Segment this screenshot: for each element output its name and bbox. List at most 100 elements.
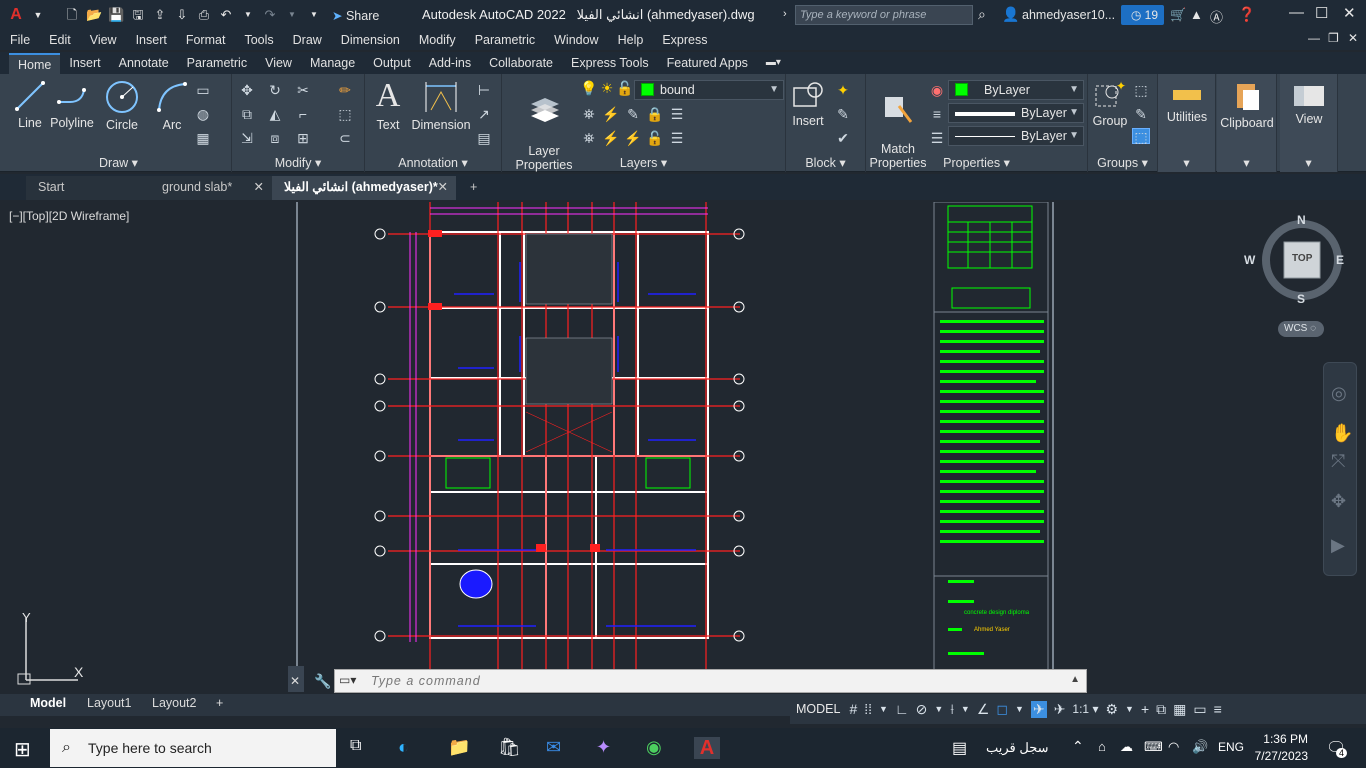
dimension-button[interactable]: Dimension: [411, 80, 471, 132]
menu-file[interactable]: File: [0, 33, 39, 47]
model-space-button[interactable]: MODEL: [794, 702, 842, 716]
polar-icon[interactable]: ⊘: [916, 701, 928, 718]
taskbar-search-input[interactable]: ⌕ Type here to search: [50, 729, 336, 767]
windows-start-icon[interactable]: ⊞: [14, 737, 31, 762]
compass-e[interactable]: E: [1336, 253, 1344, 267]
tab-parametric[interactable]: Parametric: [178, 53, 256, 74]
doc-restore-icon[interactable]: ❐: [1328, 31, 1339, 45]
hatch-icon[interactable]: ◍: [194, 106, 212, 122]
tab-insert[interactable]: Insert: [60, 53, 109, 74]
command-line[interactable]: ▭▾ Type a command ▲: [334, 669, 1087, 693]
task-view-icon[interactable]: ⧉: [350, 737, 374, 759]
wcs-menu[interactable]: WCS ◌: [1278, 321, 1324, 337]
autodesk-account-icon[interactable]: ▲: [1190, 7, 1203, 22]
tab-current-drawing[interactable]: انشائي الفيلا (ahmedyaser)* ✕: [272, 176, 456, 200]
arc-button[interactable]: Arc: [152, 80, 192, 132]
weather-text[interactable]: سجل قريب: [986, 740, 1049, 756]
store-app-icon[interactable]: 🛍: [498, 737, 522, 759]
block-attributes-icon[interactable]: ✔: [834, 130, 852, 146]
view-expand-icon[interactable]: ▾: [1280, 155, 1337, 170]
compass-s[interactable]: S: [1297, 292, 1305, 306]
modify-panel-title[interactable]: Modify ▾: [232, 155, 364, 170]
notification-badge[interactable]: ◷ 19: [1121, 5, 1164, 25]
orbit-icon[interactable]: ✥: [1331, 491, 1346, 512]
plot-icon[interactable]: ⎙: [196, 7, 212, 23]
tray-ime-icon[interactable]: ⌨: [1144, 739, 1163, 755]
language-indicator[interactable]: ENG: [1218, 740, 1244, 754]
customize-arrow-icon[interactable]: ▼: [306, 7, 322, 23]
snap-arrow-icon[interactable]: ▼: [879, 704, 888, 714]
panel-clipboard[interactable]: Clipboard ▾: [1217, 74, 1277, 172]
widget-icon[interactable]: ▤: [952, 738, 967, 758]
share-button[interactable]: ➤ Share: [332, 8, 379, 23]
clipboard-button[interactable]: Clipboard: [1217, 80, 1277, 130]
tab-start[interactable]: Start: [26, 176, 150, 200]
isolate-objects-icon[interactable]: ⧉: [1156, 701, 1166, 718]
hardware-acceleration-icon[interactable]: ▦: [1173, 701, 1186, 718]
stretch-icon[interactable]: ⇲: [238, 130, 256, 146]
annotation-visibility-icon[interactable]: ✈: [1030, 700, 1047, 718]
new-file-icon[interactable]: 🗋: [64, 7, 80, 23]
layer-dropdown[interactable]: bound ▼: [634, 80, 784, 100]
tray-wifi-icon[interactable]: ◠: [1168, 739, 1179, 755]
close-icon[interactable]: ✕: [1343, 4, 1356, 22]
draw-panel-title[interactable]: Draw ▾: [6, 155, 231, 170]
group-button[interactable]: ✦ Group: [1090, 80, 1130, 128]
tab-layout2[interactable]: Layout2: [152, 696, 196, 710]
tab-add-ins[interactable]: Add-ins: [420, 53, 480, 74]
clipboard-expand-icon[interactable]: ▾: [1217, 155, 1276, 170]
menu-parametric[interactable]: Parametric: [465, 33, 544, 47]
menu-dimension[interactable]: Dimension: [331, 33, 409, 47]
viewcube[interactable]: TOP N S W E: [1244, 213, 1348, 306]
compass-n[interactable]: N: [1297, 213, 1306, 227]
command-expand-icon[interactable]: ▲: [1070, 674, 1080, 685]
utilities-button[interactable]: Utilities: [1158, 84, 1216, 124]
tab-annotate[interactable]: Annotate: [110, 53, 178, 74]
command-close-icon[interactable]: ✕: [290, 674, 300, 688]
array-icon[interactable]: ⊞: [294, 130, 312, 146]
rectangle-icon[interactable]: ▭: [194, 82, 212, 98]
undo-icon[interactable]: ↶: [218, 7, 234, 23]
menu-tools[interactable]: Tools: [234, 33, 282, 47]
table-icon[interactable]: ▤: [475, 130, 493, 146]
workspace-arrow-icon[interactable]: ▼: [1125, 704, 1134, 714]
polar-arrow-icon[interactable]: ▼: [934, 704, 943, 714]
taskbar-clock[interactable]: 1:36 PM 7/27/2023: [1255, 731, 1308, 765]
snap-icon[interactable]: ⁞⁞: [864, 701, 872, 717]
workspace-gear-icon[interactable]: ⚙: [1105, 701, 1118, 718]
isodraft-icon[interactable]: ⟊: [950, 701, 954, 718]
grid-icon[interactable]: #: [849, 701, 857, 717]
search-arrow-icon[interactable]: ›: [783, 8, 787, 20]
layer-tool-5-icon[interactable]: ☰: [668, 106, 686, 122]
layer-tool-10-icon[interactable]: ☰: [668, 130, 686, 146]
viewcube-top-face[interactable]: TOP: [1292, 253, 1312, 264]
save-icon[interactable]: 💾: [108, 7, 124, 23]
annotation-panel-title[interactable]: Annotation ▾: [365, 155, 501, 170]
insert-block-button[interactable]: Insert: [790, 80, 826, 128]
pan-icon[interactable]: ✋: [1331, 423, 1353, 444]
tab-ground-slab[interactable]: ground slab* ✕: [150, 176, 272, 200]
open-web-icon[interactable]: ⇪: [152, 7, 168, 23]
annotation-scale-button[interactable]: 1:1 ▾: [1072, 702, 1098, 716]
tab-collaborate[interactable]: Collaborate: [480, 53, 562, 74]
doc-minimize-icon[interactable]: —: [1308, 31, 1320, 45]
trim-icon[interactable]: ✂: [294, 82, 312, 98]
color-wheel-icon[interactable]: ◉: [928, 82, 946, 98]
menu-view[interactable]: View: [80, 33, 126, 47]
showmotion-icon[interactable]: ▶: [1331, 535, 1345, 556]
panel-utilities[interactable]: Utilities ▾: [1158, 74, 1216, 172]
line-button[interactable]: Line: [12, 80, 48, 130]
ribbon-minimize-icon[interactable]: ▬▾: [757, 53, 790, 74]
tab-output[interactable]: Output: [364, 53, 420, 74]
text-button[interactable]: A Text: [371, 78, 405, 133]
autocad-app-icon[interactable]: A: [8, 7, 24, 23]
customization-icon[interactable]: ≡: [1214, 701, 1222, 717]
layer-tool-9-icon[interactable]: 🔓: [646, 130, 664, 146]
erase-icon[interactable]: ✏: [336, 82, 354, 98]
save-web-icon[interactable]: ⇩: [174, 7, 190, 23]
layer-tool-4-icon[interactable]: 🔒: [646, 106, 664, 122]
menu-window[interactable]: Window: [544, 33, 607, 47]
tab-manage[interactable]: Manage: [301, 53, 364, 74]
tray-volume-icon[interactable]: 🔊: [1192, 739, 1208, 755]
layers-panel-title[interactable]: Layers ▾: [502, 155, 785, 170]
